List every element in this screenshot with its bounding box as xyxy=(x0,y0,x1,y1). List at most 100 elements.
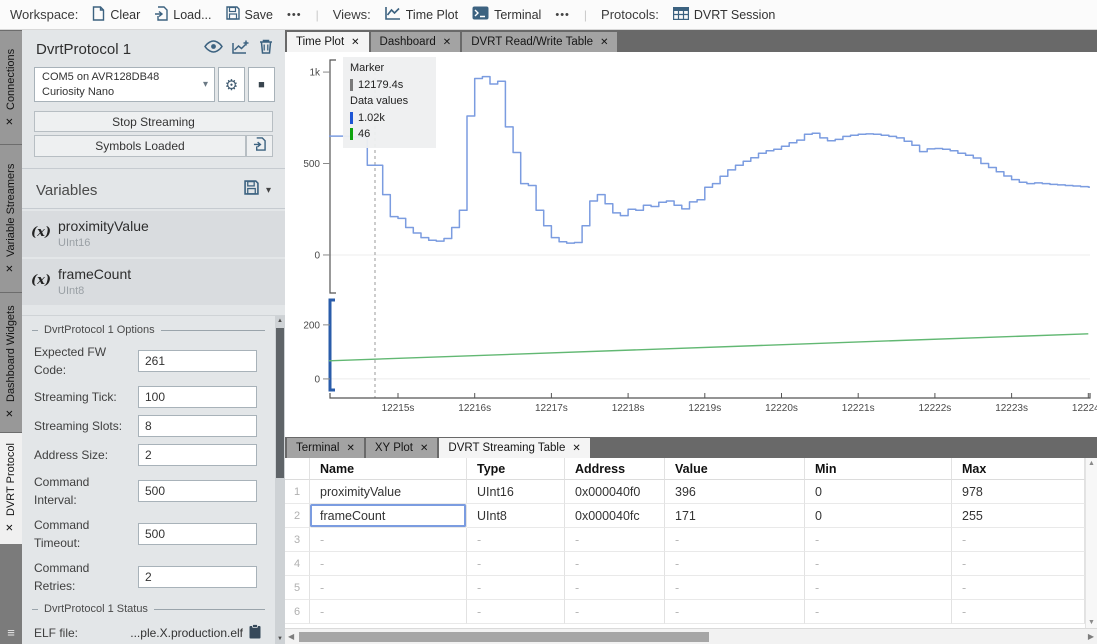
views-more-button[interactable]: ••• xyxy=(555,9,570,21)
close-icon[interactable]: ✕ xyxy=(6,408,17,419)
cell-empty[interactable]: - xyxy=(805,576,952,600)
cell-empty[interactable]: - xyxy=(665,576,805,600)
cell-empty[interactable]: - xyxy=(805,552,952,576)
symbols-loaded-button[interactable]: Symbols Loaded xyxy=(34,135,246,157)
cell-empty[interactable]: - xyxy=(952,576,1085,600)
tab-dvrt-streaming-table[interactable]: DVRT Streaming Table ✕ xyxy=(439,438,589,458)
cell-name-selected[interactable]: frameCount xyxy=(310,504,467,528)
cell-type[interactable]: UInt16 xyxy=(467,480,565,504)
stop-connection-button[interactable]: ■ xyxy=(248,67,275,102)
sidebar-tab-dvrt-protocol[interactable]: ✕ DVRT Protocol xyxy=(0,432,22,544)
time-plot-view-button[interactable]: Time Plot xyxy=(385,6,458,23)
cell-empty[interactable]: - xyxy=(952,552,1085,576)
cell-empty[interactable]: - xyxy=(310,552,467,576)
scrollbar-thumb[interactable] xyxy=(276,328,284,478)
save-workspace-button[interactable]: Save xyxy=(226,6,274,23)
cell-empty[interactable]: - xyxy=(565,552,665,576)
column-header-value[interactable]: Value xyxy=(665,458,805,480)
scroll-up-icon[interactable]: ▲ xyxy=(1088,460,1095,467)
cell-empty[interactable]: - xyxy=(467,576,565,600)
chevron-down-icon[interactable]: ▾ xyxy=(266,185,271,196)
table-vertical-scrollbar[interactable]: ▲ ▼ xyxy=(1085,458,1097,628)
cell-empty[interactable]: - xyxy=(565,600,665,624)
variable-item-framecount[interactable]: (x) frameCount UInt8 xyxy=(22,259,285,305)
column-header-address[interactable]: Address xyxy=(565,458,665,480)
clipboard-icon[interactable] xyxy=(249,624,261,642)
terminal-view-button[interactable]: Terminal xyxy=(472,6,541,23)
expected-fw-code-input[interactable] xyxy=(138,350,257,372)
cell-empty[interactable]: - xyxy=(467,528,565,552)
sidebar-tab-connections[interactable]: ✕ Connections xyxy=(0,30,22,144)
scroll-up-icon[interactable]: ▲ xyxy=(277,316,283,326)
cell-empty[interactable]: - xyxy=(665,552,805,576)
hamburger-menu-icon[interactable]: ≡ xyxy=(0,621,22,644)
tab-dashboard[interactable]: Dashboard ✕ xyxy=(371,32,461,52)
close-icon[interactable]: ✕ xyxy=(351,37,359,48)
address-size-input[interactable] xyxy=(138,444,257,466)
column-header-min[interactable]: Min xyxy=(805,458,952,480)
variable-item-proximityvalue[interactable]: (x) proximityValue UInt16 xyxy=(22,211,285,257)
cell-empty[interactable]: - xyxy=(952,528,1085,552)
add-plot-icon[interactable] xyxy=(232,40,250,59)
cell-address[interactable]: 0x000040f0 xyxy=(565,480,665,504)
column-header-name[interactable]: Name xyxy=(310,458,467,480)
cell-empty[interactable]: - xyxy=(805,528,952,552)
cell-min[interactable]: 0 xyxy=(805,480,952,504)
cell-empty[interactable]: - xyxy=(467,600,565,624)
connection-settings-button[interactable]: ⚙ xyxy=(218,67,245,102)
cell-empty[interactable]: - xyxy=(805,600,952,624)
scroll-down-icon[interactable]: ▼ xyxy=(277,634,283,644)
cell-min[interactable]: 0 xyxy=(805,504,952,528)
workspace-more-button[interactable]: ••• xyxy=(287,9,302,21)
close-icon[interactable]: ✕ xyxy=(6,263,17,274)
clear-workspace-button[interactable]: Clear xyxy=(92,6,140,24)
cell-address[interactable]: 0x000040fc xyxy=(565,504,665,528)
options-scrollbar[interactable]: ▲ ▼ xyxy=(275,316,285,644)
sidebar-tab-dashboard-widgets[interactable]: ✕ Dashboard Widgets xyxy=(0,292,22,432)
save-variables-icon[interactable] xyxy=(244,180,259,200)
cell-empty[interactable]: - xyxy=(310,600,467,624)
close-icon[interactable]: ✕ xyxy=(420,443,428,454)
close-icon[interactable]: ✕ xyxy=(572,443,580,454)
close-icon[interactable]: ✕ xyxy=(600,37,608,48)
column-header-max[interactable]: Max xyxy=(952,458,1085,480)
scroll-left-icon[interactable]: ◀ xyxy=(288,632,294,641)
tab-time-plot[interactable]: Time Plot ✕ xyxy=(287,32,369,52)
delete-trash-icon[interactable] xyxy=(259,39,273,59)
column-header-type[interactable]: Type xyxy=(467,458,565,480)
cell-empty[interactable]: - xyxy=(310,576,467,600)
cell-empty[interactable]: - xyxy=(952,600,1085,624)
scroll-down-icon[interactable]: ▼ xyxy=(1088,619,1095,626)
cell-empty[interactable]: - xyxy=(565,576,665,600)
close-icon[interactable]: ✕ xyxy=(443,37,451,48)
cell-value[interactable]: 171 xyxy=(665,504,805,528)
cell-value[interactable]: 396 xyxy=(665,480,805,504)
horizontal-scrollbar[interactable]: ◀ ▶ xyxy=(285,628,1097,644)
dvrt-session-button[interactable]: DVRT Session xyxy=(673,7,776,23)
load-workspace-button[interactable]: Load... xyxy=(154,6,211,24)
com-port-dropdown[interactable]: COM5 on AVR128DB48 Curiosity Nano ▾ xyxy=(34,67,215,102)
visibility-eye-icon[interactable] xyxy=(204,40,223,58)
sidebar-tab-variable-streamers[interactable]: ✕ Variable Streamers xyxy=(0,144,22,292)
cell-max[interactable]: 255 xyxy=(952,504,1085,528)
command-timeout-input[interactable] xyxy=(138,523,257,545)
tab-dvrt-read-write-table[interactable]: DVRT Read/Write Table ✕ xyxy=(462,32,617,52)
tab-terminal[interactable]: Terminal ✕ xyxy=(287,438,364,458)
time-plot-area[interactable]: 05001k020012215s12216s12217s12218s12219s… xyxy=(285,52,1097,437)
command-interval-input[interactable] xyxy=(138,480,257,502)
cell-name[interactable]: proximityValue xyxy=(310,480,467,504)
cell-empty[interactable]: - xyxy=(665,600,805,624)
cell-max[interactable]: 978 xyxy=(952,480,1085,504)
cell-empty[interactable]: - xyxy=(467,552,565,576)
load-symbols-button[interactable] xyxy=(246,135,273,157)
scrollbar-thumb[interactable] xyxy=(299,632,709,642)
close-icon[interactable]: ✕ xyxy=(346,443,354,454)
stop-streaming-button[interactable]: Stop Streaming xyxy=(34,111,273,132)
cell-empty[interactable]: - xyxy=(665,528,805,552)
scroll-right-icon[interactable]: ▶ xyxy=(1088,632,1094,641)
tab-xy-plot[interactable]: XY Plot ✕ xyxy=(366,438,438,458)
streaming-tick-input[interactable] xyxy=(138,386,257,408)
close-icon[interactable]: ✕ xyxy=(6,522,17,533)
cell-empty[interactable]: - xyxy=(565,528,665,552)
streaming-slots-input[interactable] xyxy=(138,415,257,437)
